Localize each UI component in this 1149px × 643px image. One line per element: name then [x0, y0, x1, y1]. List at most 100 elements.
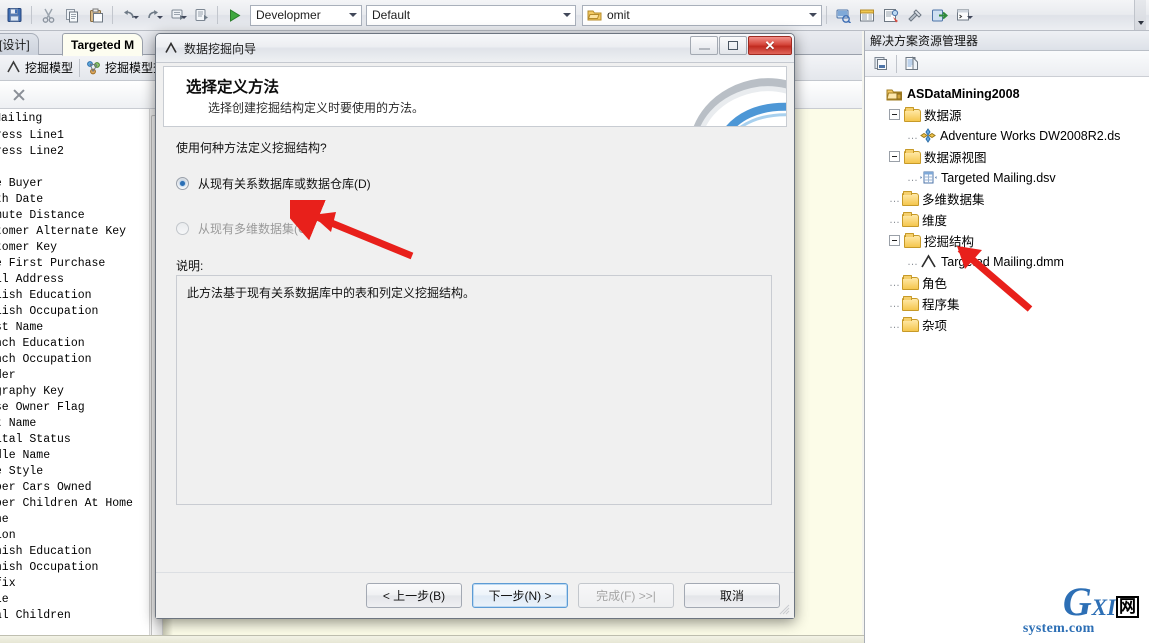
column-list-item[interactable]: glish Education [0, 288, 159, 304]
tree-item[interactable]: … 角色 [865, 272, 1149, 293]
column-list-item[interactable]: te First Purchase [0, 256, 159, 272]
back-button[interactable]: < 上一步(B) [366, 583, 462, 608]
maximize-button[interactable] [719, 36, 747, 55]
tab-targeted-mailing-dmm[interactable]: Targeted M [62, 33, 144, 56]
collapse-icon[interactable] [889, 109, 900, 120]
description-label: 说明: [176, 259, 204, 273]
toolbar-overflow-button[interactable] [1134, 0, 1146, 30]
resize-grip[interactable] [779, 604, 790, 615]
column-list-item[interactable]: stomer Alternate Key [0, 224, 159, 240]
paste-icon[interactable] [85, 4, 107, 26]
solution-explorer-tree[interactable]: ASDataMining2008 数据源 … Adventure Works DW20… [865, 77, 1149, 335]
cut-icon[interactable] [37, 4, 59, 26]
radio-option-cube[interactable]: 从现有多维数据集(C) [176, 220, 311, 237]
tree-item[interactable]: … 杂项 [865, 314, 1149, 335]
undo-icon[interactable] [118, 4, 140, 26]
tab-targeted-mailing-dsv[interactable]: ling.dsv [设计] [0, 33, 39, 55]
finish-button[interactable]: 完成(F) >>| [578, 583, 674, 608]
tree-item[interactable]: ASDataMining2008 [865, 83, 1149, 104]
column-list-item[interactable]: me Style [0, 464, 159, 480]
column-list-item[interactable]: dress Line1 [0, 128, 159, 144]
show-all-files-icon[interactable] [870, 53, 892, 75]
maximize-icon [728, 41, 738, 50]
object-browser-icon[interactable] [880, 4, 902, 26]
column-list-item[interactable]: stomer Key [0, 240, 159, 256]
column-list-item[interactable]: gion [0, 528, 159, 544]
command-window-icon[interactable] [952, 4, 974, 26]
chevron-down-icon[interactable] [345, 6, 361, 25]
refresh-icon[interactable] [901, 53, 923, 75]
column-list[interactable]: Mailing dress Line1dress Line2eke Buyerr… [0, 109, 160, 643]
tree-item[interactable]: … 多维数据集 [865, 188, 1149, 209]
navigate-forward-icon[interactable] [190, 4, 212, 26]
cancel-button[interactable]: 取消 [684, 583, 780, 608]
dialog-title: 数据挖掘向导 [184, 41, 257, 56]
column-list-item[interactable]: tal Children [0, 608, 159, 624]
close-button[interactable]: ✕ [748, 36, 792, 55]
tree-item[interactable]: 挖掘结构 [865, 230, 1149, 251]
column-list-item[interactable]: ke Buyer [0, 176, 159, 192]
collapse-icon[interactable] [889, 151, 900, 162]
close-icon: ✕ [764, 38, 776, 53]
column-list-item[interactable]: anish Occupation [0, 560, 159, 576]
redo-icon[interactable] [142, 4, 164, 26]
tree-item[interactable]: 数据源 [865, 104, 1149, 125]
column-list-item[interactable]: use Owner Flag [0, 400, 159, 416]
column-list-item[interactable]: rth Date [0, 192, 159, 208]
start-debug-icon[interactable] [223, 4, 245, 26]
minimize-button[interactable] [690, 36, 718, 55]
datasource-icon [920, 128, 936, 143]
column-list-item[interactable]: e [0, 160, 159, 176]
column-list-item[interactable]: one [0, 512, 159, 528]
folder-icon [902, 191, 919, 206]
deploy-icon[interactable] [928, 4, 950, 26]
tree-item[interactable]: … Targeted Mailing.dmm [865, 251, 1149, 272]
startup-project-combo[interactable]: omit [582, 4, 822, 26]
description-text: 此方法基于现有关系数据库中的表和列定义挖掘结构。 [187, 286, 476, 300]
column-list-item[interactable]: mmute Distance [0, 208, 159, 224]
save-all-icon[interactable] [4, 4, 26, 26]
designer-tab-mining-model[interactable]: 挖掘模型 [0, 57, 79, 79]
column-list-item[interactable]: rital Status [0, 432, 159, 448]
radio-button-cube[interactable] [176, 222, 189, 235]
tree-item[interactable]: … Targeted Mailing.dsv [865, 167, 1149, 188]
copy-icon[interactable] [61, 4, 83, 26]
dialog-titlebar[interactable]: 数据挖掘向导 ✕ [156, 34, 794, 63]
collapse-icon[interactable] [889, 235, 900, 246]
column-list-item[interactable]: anish Education [0, 544, 159, 560]
solution-configuration-combo[interactable]: Developmer [250, 4, 362, 26]
tree-item[interactable]: … 维度 [865, 209, 1149, 230]
data-mining-wizard-dialog: 数据挖掘向导 ✕ 选择定义方法 选择创建挖掘结构定义时要使用的方法。 使用何种方… [155, 33, 795, 619]
navigate-backward-icon[interactable] [166, 4, 188, 26]
column-list-item[interactable]: nder [0, 368, 159, 384]
column-list-item[interactable]: dress Line2 [0, 144, 159, 160]
solution-platform-combo[interactable]: Default [366, 4, 576, 26]
tree-item[interactable]: 数据源视图 [865, 146, 1149, 167]
column-list-item[interactable]: ail Address [0, 272, 159, 288]
folder-icon [904, 107, 921, 122]
column-list-item[interactable]: ography Key [0, 384, 159, 400]
column-list-item[interactable]: rst Name [0, 320, 159, 336]
column-list-item[interactable]: ddle Name [0, 448, 159, 464]
radio-option-relational[interactable]: 从现有关系数据库或数据仓库(D) [176, 175, 371, 192]
next-button[interactable]: 下一步(N) > [472, 583, 568, 608]
column-list-item[interactable]: st Name [0, 416, 159, 432]
column-list-item[interactable]: ench Occupation [0, 352, 159, 368]
server-explorer-icon[interactable] [832, 4, 854, 26]
column-list-item[interactable]: ffix [0, 576, 159, 592]
column-list-item[interactable]: mber Children At Home [0, 496, 159, 512]
tools-icon[interactable] [904, 4, 926, 26]
column-list-item[interactable]: tle [0, 592, 159, 608]
close-icon[interactable] [10, 86, 28, 104]
chevron-down-icon[interactable] [805, 6, 821, 25]
tree-item[interactable]: … Adventure Works DW2008R2.ds [865, 125, 1149, 146]
tree-item[interactable]: … 程序集 [865, 293, 1149, 314]
column-list-item[interactable]: glish Occupation [0, 304, 159, 320]
radio-button-relational[interactable] [176, 177, 189, 190]
chevron-down-icon[interactable] [559, 6, 575, 25]
column-list-item[interactable]: mber Cars Owned [0, 480, 159, 496]
properties-window-icon[interactable] [856, 4, 878, 26]
description-box: 此方法基于现有关系数据库中的表和列定义挖掘结构。 [176, 275, 772, 505]
folder-icon [904, 233, 921, 248]
column-list-item[interactable]: ench Education [0, 336, 159, 352]
